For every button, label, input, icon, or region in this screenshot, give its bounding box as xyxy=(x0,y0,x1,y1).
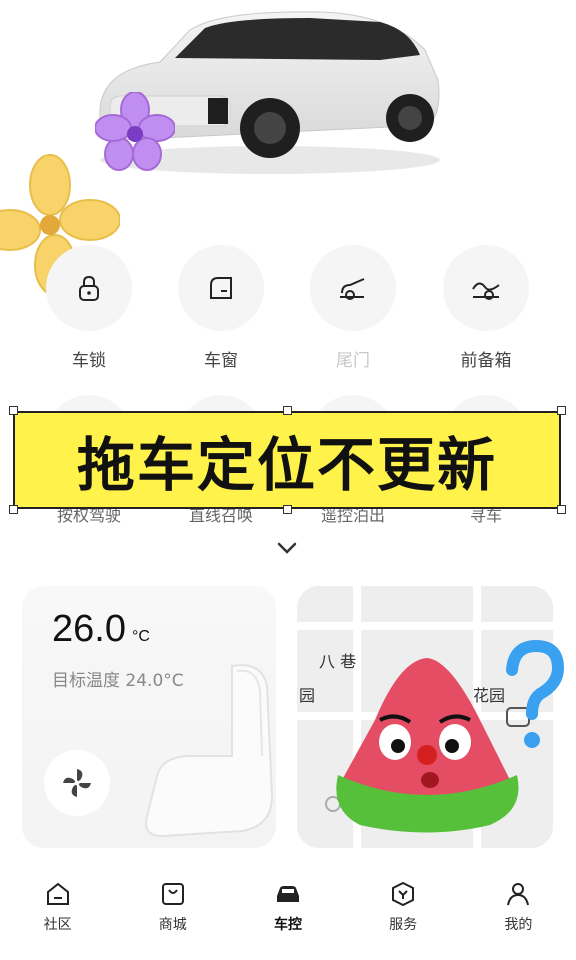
profile-icon xyxy=(507,883,530,906)
tailgate-icon xyxy=(340,278,365,300)
resize-handle xyxy=(9,505,18,514)
window-icon xyxy=(210,277,232,299)
purple-flower-sticker xyxy=(94,91,176,172)
resize-handle xyxy=(9,406,18,415)
shop-icon xyxy=(161,883,184,905)
climate-card[interactable]: 26.0 °C 目标温度 24.0°C xyxy=(22,586,276,848)
resize-handle xyxy=(557,406,566,415)
seat-image xyxy=(145,664,274,838)
resize-handle xyxy=(557,505,566,514)
resize-handle xyxy=(283,406,292,415)
tab-car-control[interactable]: 车控 xyxy=(243,880,333,934)
lock-icon xyxy=(79,275,99,301)
chevron-down-icon[interactable] xyxy=(276,540,298,556)
window-button[interactable] xyxy=(178,245,264,331)
tailgate-button[interactable] xyxy=(310,245,396,331)
tab-label: 车控 xyxy=(273,917,302,933)
current-temperature: 26.0 °C xyxy=(52,608,150,650)
tab-community[interactable]: 社区 xyxy=(13,880,103,934)
frunk-button[interactable] xyxy=(443,245,529,331)
map-label: 园 xyxy=(299,686,316,705)
lock-button[interactable] xyxy=(46,245,132,331)
service-icon xyxy=(392,881,415,907)
fan-button[interactable] xyxy=(44,750,110,816)
community-icon xyxy=(46,882,69,905)
frunk-label: 前备箱 xyxy=(460,351,512,371)
question-mark-sticker xyxy=(506,640,565,748)
tab-label: 服务 xyxy=(389,917,418,933)
frunk-icon xyxy=(472,282,500,300)
car-control-icon xyxy=(276,886,299,902)
caption-banner: 拖车定位不更新 xyxy=(13,411,561,509)
tab-bar: 社区 商城 车控 服务 我的 xyxy=(0,866,576,960)
tab-service[interactable]: 服务 xyxy=(358,880,448,934)
tab-label: 社区 xyxy=(43,917,72,933)
tab-label: 我的 xyxy=(504,917,533,933)
banner-text: 拖车定位不更新 xyxy=(76,431,497,499)
tab-profile[interactable]: 我的 xyxy=(473,880,563,934)
window-label: 车窗 xyxy=(204,351,238,371)
tailgate-label: 尾门 xyxy=(336,351,370,371)
tab-shop[interactable]: 商城 xyxy=(128,880,218,934)
resize-handle xyxy=(283,505,292,514)
fan-icon xyxy=(63,769,91,797)
tab-label: 商城 xyxy=(158,917,187,933)
watermelon-mascot-sticker xyxy=(336,658,519,833)
lock-label: 车锁 xyxy=(72,351,106,371)
